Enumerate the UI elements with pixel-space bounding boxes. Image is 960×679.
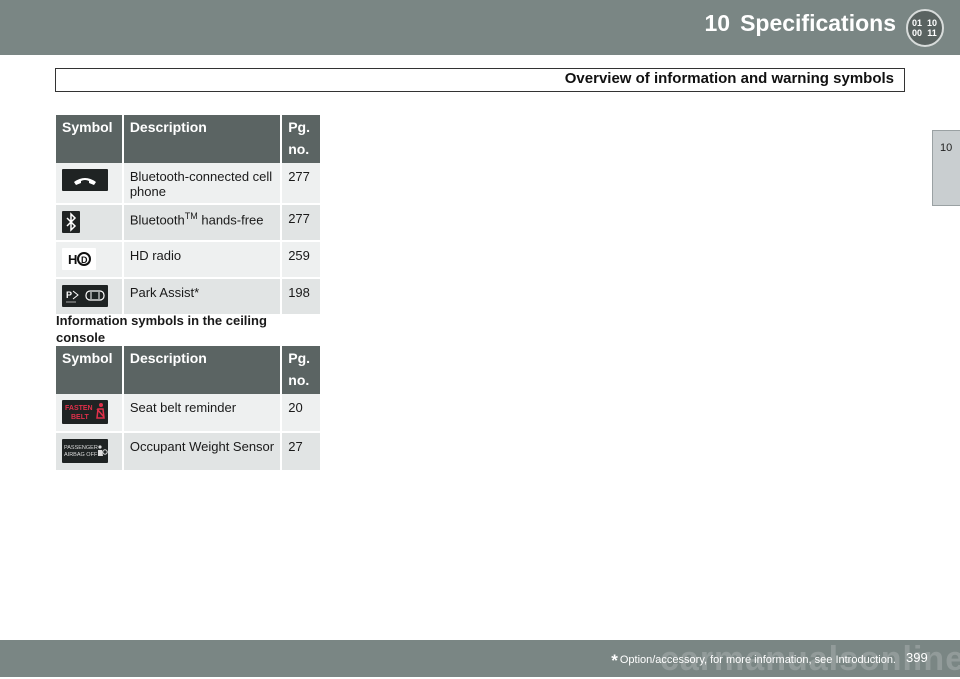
description-text-suffix: hands-free [197,212,264,228]
svg-text:10: 10 [927,18,937,28]
page-cell: 198 [282,279,320,316]
symbol-cell: PASSENGER AIRBAG OFF [56,433,124,472]
page-cell: 20 [282,394,320,433]
ceiling-console-symbols-table: Symbol Description Pg. no. FASTEN BELT S… [56,346,320,472]
footnote: * Option/accessory, for more information,… [611,651,896,671]
page-header-line1: Pg. [288,119,310,135]
description-cell: BluetoothTM hands-free [123,205,283,242]
hd-radio-icon: H D [62,248,96,270]
symbol-cell [56,205,124,242]
table-header-row: Symbol Description Pg. no. [56,346,320,394]
phone-icon [62,169,108,191]
svg-text:H: H [68,252,77,267]
svg-text:AIRBAG OFF: AIRBAG OFF [64,452,98,458]
page-number: 399 [906,650,928,665]
trademark-superscript: TM [184,211,198,221]
table-row: BluetoothTM hands-free 277 [56,205,320,242]
side-tab-label: 10 [940,142,953,154]
table-row: FASTEN BELT Seat belt reminder 20 [56,394,320,433]
binary-digits-icon: 01 10 00 11 [906,9,944,47]
svg-text:D: D [81,255,88,265]
description-cell: Seat belt reminder [123,394,283,433]
svg-text:PASSENGER: PASSENGER [64,445,98,451]
section-title: Overview of information and warning symb… [564,70,894,87]
description-column-header: Description [123,346,283,394]
symbol-cell [56,163,124,205]
description-cell: Occupant Weight Sensor [123,433,283,472]
table-row: H D HD radio 259 [56,242,320,279]
symbol-cell: P [56,279,124,316]
description-cell: Bluetooth-connected cell phone [123,163,283,205]
page-cell: 277 [282,205,320,242]
description-cell: HD radio [123,242,283,279]
page-cell: 27 [282,433,320,472]
svg-text:00: 00 [912,28,922,38]
ceiling-console-heading: Information symbols in the ceiling conso… [56,313,267,345]
page-header-line2: no. [288,372,310,388]
page-column-header: Pg. no. [282,115,320,163]
page-header-line2: no. [288,141,310,157]
symbol-cell: FASTEN BELT [56,394,124,433]
description-column-header: Description [123,115,283,163]
page-cell: 277 [282,163,320,205]
chapter-number: 10 [704,10,731,36]
description-cell: Park Assist* [123,279,283,316]
symbol-cell: H D [56,242,124,279]
chapter-name: Specifications [740,10,896,36]
symbol-column-header: Symbol [56,346,124,394]
svg-text:01: 01 [912,18,922,28]
table-header-row: Symbol Description Pg. no. [56,115,320,163]
page-header-line1: Pg. [288,350,311,366]
svg-text:FASTEN: FASTEN [65,405,93,412]
svg-text:P: P [66,290,72,300]
chapter-side-tab[interactable]: 10 [932,130,960,206]
symbols-table: Symbol Description Pg. no. Bluetooth-con… [56,115,320,316]
svg-text:BELT: BELT [71,414,89,421]
table-row: Bluetooth-connected cell phone 277 [56,163,320,205]
table-row: P Park Assist* 198 [56,279,320,316]
section-title-bar: Overview of information and warning symb… [55,68,905,92]
fasten-belt-icon: FASTEN BELT [62,400,108,424]
symbol-column-header: Symbol [56,115,124,163]
page-column-header: Pg. no. [282,346,320,394]
description-text: Bluetooth [129,212,185,228]
svg-text:11: 11 [927,28,937,38]
page-cell: 259 [282,242,320,279]
park-assist-icon: P [62,285,108,307]
table-row: PASSENGER AIRBAG OFF Occupant Weight Sen… [56,433,320,472]
footnote-text: Option/accessory, for more information, … [619,654,896,666]
footnote-star: * [611,651,618,670]
bluetooth-icon [62,211,80,233]
passenger-airbag-off-icon: PASSENGER AIRBAG OFF [62,439,108,463]
chapter-title: 10 Specifications [704,10,896,37]
